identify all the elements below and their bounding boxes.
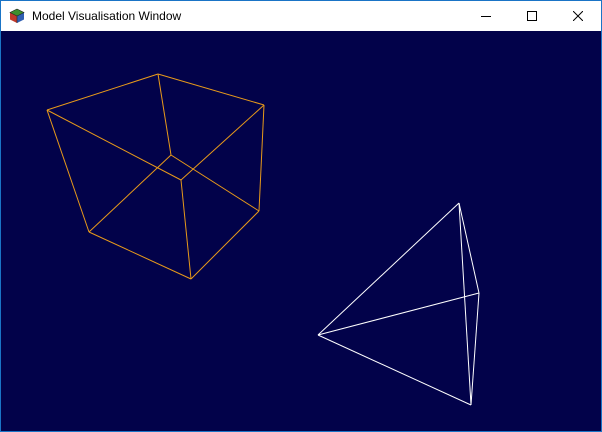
maximize-button[interactable] bbox=[509, 1, 555, 31]
title-bar[interactable]: Model Visualisation Window bbox=[1, 1, 601, 31]
app-window: Model Visualisation Window bbox=[0, 0, 602, 432]
close-icon bbox=[573, 11, 583, 21]
render-viewport[interactable] bbox=[1, 31, 601, 431]
tetrahedron-wireframe bbox=[317, 202, 480, 406]
minimize-icon bbox=[481, 16, 491, 17]
minimize-button[interactable] bbox=[463, 1, 509, 31]
scene-canvas bbox=[46, 73, 480, 406]
close-button[interactable] bbox=[555, 1, 601, 31]
maximize-icon bbox=[527, 11, 537, 21]
cube-wireframe bbox=[46, 73, 265, 280]
cube-app-icon[interactable] bbox=[9, 8, 25, 24]
window-title: Model Visualisation Window bbox=[32, 9, 182, 23]
